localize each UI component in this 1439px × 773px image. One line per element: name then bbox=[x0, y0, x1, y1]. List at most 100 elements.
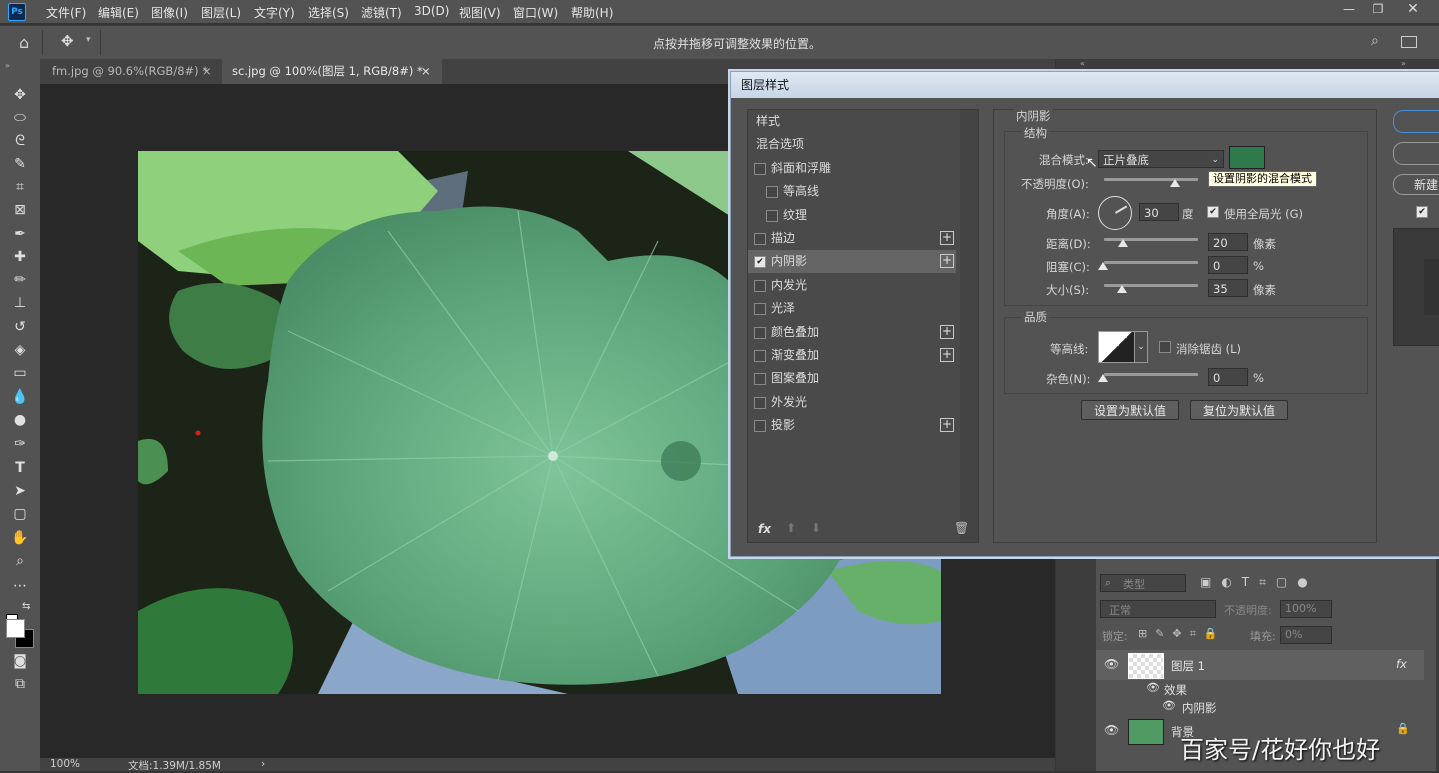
style-checkbox[interactable] bbox=[754, 420, 766, 433]
style-item-11[interactable]: 图案叠加 bbox=[748, 367, 956, 392]
visibility-icon[interactable]: 👁 bbox=[1104, 657, 1119, 671]
shadow-color-swatch[interactable] bbox=[1229, 146, 1265, 169]
style-checkbox[interactable] bbox=[766, 209, 778, 222]
blend-mode-select[interactable]: 正常 bbox=[1100, 600, 1216, 618]
style-checkbox[interactable] bbox=[754, 350, 766, 362]
style-checkbox[interactable] bbox=[766, 186, 778, 199]
path-select-icon[interactable]: ➤ bbox=[9, 481, 31, 501]
noise-field[interactable]: 0 bbox=[1208, 368, 1248, 386]
dialog-title-bar[interactable]: 图层样式 bbox=[731, 72, 1439, 98]
style-item-8[interactable]: 光泽 bbox=[748, 297, 956, 322]
eyedropper-tool-icon[interactable]: ✒ bbox=[9, 224, 31, 244]
opacity-field[interactable]: 100% bbox=[1280, 600, 1332, 618]
chevron-down-icon[interactable]: ⌄ bbox=[1134, 331, 1148, 363]
add-effect-icon[interactable]: + bbox=[940, 254, 954, 269]
eraser-tool-icon[interactable]: ◈ bbox=[9, 340, 31, 360]
history-brush-icon[interactable]: ↺ bbox=[9, 317, 31, 337]
antialias-checkbox[interactable] bbox=[1159, 341, 1171, 353]
swap-colors-icon[interactable]: ⇆ bbox=[22, 601, 30, 612]
new-style-button[interactable]: 新建 bbox=[1393, 174, 1439, 195]
style-checkbox[interactable]: ✔ bbox=[754, 256, 766, 269]
search-icon[interactable]: ⌕ bbox=[1371, 33, 1379, 49]
status-arrow-icon[interactable]: › bbox=[261, 758, 265, 770]
move-up-icon[interactable]: ⬆ bbox=[786, 521, 796, 535]
style-item-6[interactable]: ✔ 内阴影 + bbox=[748, 250, 956, 275]
layer-row[interactable]: 👁 图层 1 fx bbox=[1096, 650, 1424, 680]
visibility-icon[interactable]: 👁 bbox=[1104, 723, 1119, 737]
workspace-icon[interactable] bbox=[1401, 36, 1417, 48]
style-checkbox[interactable] bbox=[754, 373, 766, 386]
choke-slider[interactable] bbox=[1104, 261, 1198, 264]
layer-filter-icons[interactable]: ▣◐T⌗▢● bbox=[1200, 575, 1318, 590]
gradient-tool-icon[interactable]: ▭ bbox=[9, 363, 31, 383]
style-item-4[interactable]: 纹理 bbox=[748, 204, 956, 228]
menu-select[interactable]: 选择(S) bbox=[308, 4, 349, 21]
add-effect-icon[interactable]: + bbox=[940, 418, 954, 433]
minimize-icon[interactable]: — bbox=[1334, 0, 1364, 18]
menu-filter[interactable]: 滤镜(T) bbox=[361, 4, 402, 21]
visibility-icon[interactable]: 👁 bbox=[1146, 681, 1160, 694]
trash-icon[interactable]: 🗑 bbox=[954, 521, 969, 535]
style-item-9[interactable]: 颜色叠加 + bbox=[748, 321, 956, 345]
more-tools-icon[interactable]: ⋯ bbox=[9, 576, 31, 596]
fx-icon[interactable]: fx bbox=[1396, 657, 1407, 671]
blend-mode-select[interactable]: 正片叠底 ⌄ bbox=[1098, 150, 1224, 168]
layer-filter-select[interactable]: ⌕ 类型 bbox=[1100, 574, 1186, 592]
style-item-1[interactable]: 混合选项 bbox=[748, 133, 956, 158]
style-checkbox[interactable] bbox=[754, 279, 766, 292]
contour-picker[interactable] bbox=[1098, 331, 1136, 363]
foreground-color-swatch[interactable] bbox=[6, 619, 25, 638]
add-effect-icon[interactable]: + bbox=[940, 231, 954, 245]
effect-inner-shadow-row[interactable]: 👁 内阴影 bbox=[1096, 698, 1424, 716]
move-tool-icon[interactable]: ✥ bbox=[61, 32, 74, 50]
blur-tool-icon[interactable]: 💧 bbox=[9, 387, 31, 407]
quick-select-tool-icon[interactable]: ✎ bbox=[9, 154, 31, 174]
type-tool-icon[interactable]: T bbox=[9, 458, 31, 478]
tab-fm[interactable]: fm.jpg @ 90.6%(RGB/8#) * × bbox=[42, 59, 222, 84]
quick-mask-icon[interactable]: ◙ bbox=[9, 651, 31, 671]
collapse-icon[interactable]: » bbox=[5, 61, 10, 70]
collapse-icon[interactable]: « bbox=[1080, 59, 1085, 68]
style-checkbox[interactable] bbox=[754, 233, 766, 245]
choke-slider-thumb[interactable] bbox=[1098, 262, 1108, 270]
menu-image[interactable]: 图像(I) bbox=[151, 4, 188, 21]
dodge-tool-icon[interactable]: ● bbox=[9, 410, 31, 430]
zoom-level[interactable]: 100% bbox=[50, 758, 80, 770]
style-item-7[interactable]: 内发光 bbox=[748, 274, 956, 298]
crop-tool-icon[interactable]: ⌗ bbox=[9, 177, 31, 197]
fill-field[interactable]: 0% bbox=[1280, 626, 1332, 644]
style-item-10[interactable]: 渐变叠加 + bbox=[748, 344, 956, 368]
pen-tool-icon[interactable]: ✑ bbox=[9, 434, 31, 454]
lock-icons[interactable]: ⊞✎✥⌗🔒 bbox=[1138, 627, 1226, 641]
marquee-tool-icon[interactable]: ⬭ bbox=[9, 108, 31, 128]
lasso-tool-icon[interactable]: ᘓ bbox=[9, 131, 31, 151]
home-icon[interactable]: ⌂ bbox=[19, 33, 29, 52]
close-icon[interactable]: × bbox=[421, 59, 431, 84]
style-item-3[interactable]: 等高线 bbox=[748, 180, 956, 205]
layer-name[interactable]: 图层 1 bbox=[1171, 658, 1205, 674]
frame-tool-icon[interactable]: ⊠ bbox=[9, 200, 31, 220]
noise-slider-thumb[interactable] bbox=[1098, 374, 1108, 382]
distance-field[interactable]: 20 bbox=[1208, 233, 1248, 251]
collapse-icon[interactable]: » bbox=[1401, 59, 1406, 68]
screen-mode-icon[interactable]: ⧉ bbox=[9, 674, 31, 694]
style-item-13[interactable]: 投影 + bbox=[748, 414, 956, 439]
choke-field[interactable]: 0 bbox=[1208, 256, 1248, 274]
make-default-button[interactable]: 设置为默认值 bbox=[1081, 400, 1179, 420]
close-icon[interactable]: ✕ bbox=[1398, 0, 1428, 18]
menu-type[interactable]: 文字(Y) bbox=[254, 4, 295, 21]
chevron-down-icon[interactable]: ▾ bbox=[86, 35, 91, 45]
angle-dial[interactable] bbox=[1098, 196, 1132, 230]
cancel-button[interactable] bbox=[1393, 142, 1439, 165]
style-checkbox[interactable] bbox=[754, 396, 766, 409]
style-item-2[interactable]: 斜面和浮雕 bbox=[748, 157, 956, 181]
menu-edit[interactable]: 编辑(E) bbox=[98, 4, 139, 21]
size-slider-thumb[interactable] bbox=[1117, 285, 1127, 293]
style-checkbox[interactable] bbox=[754, 326, 766, 339]
size-field[interactable]: 35 bbox=[1208, 279, 1248, 297]
zoom-tool-icon[interactable]: ⌕ bbox=[9, 551, 31, 571]
global-light-checkbox[interactable]: ✔ bbox=[1207, 206, 1219, 218]
close-icon[interactable]: × bbox=[202, 59, 212, 84]
menu-view[interactable]: 视图(V) bbox=[459, 4, 501, 21]
menu-window[interactable]: 窗口(W) bbox=[513, 4, 558, 21]
